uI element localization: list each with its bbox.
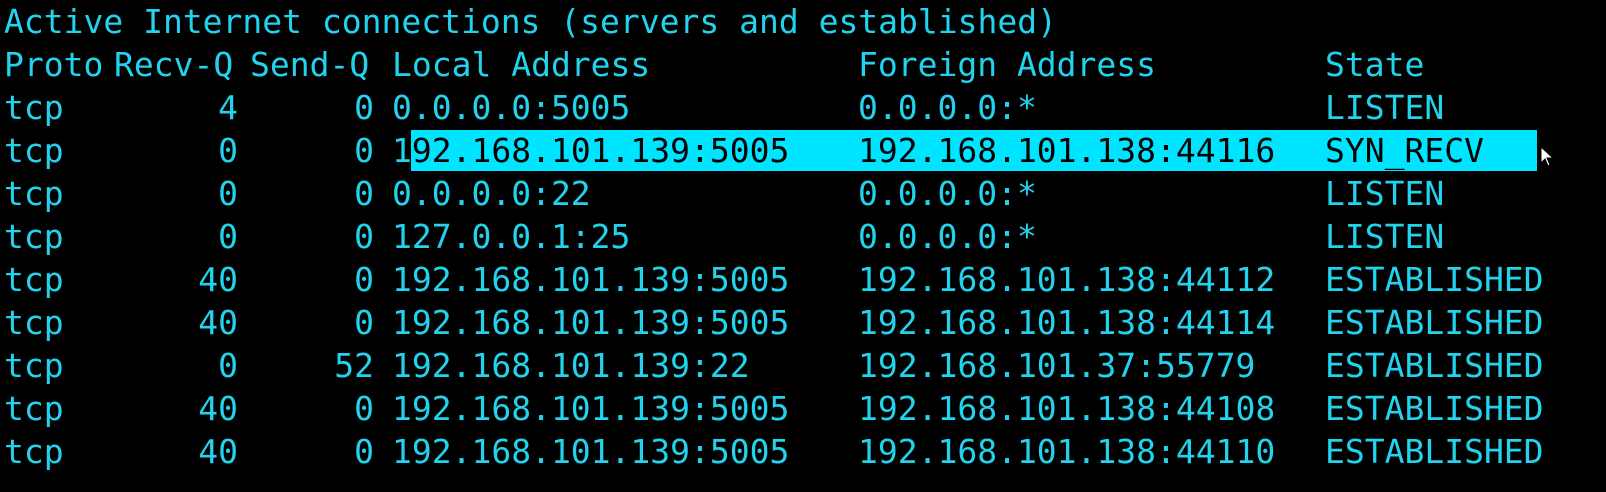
recv-q-cell: 40 xyxy=(198,432,238,471)
table-row[interactable]: tcp 40 0 192.168.101.139:5005 192.168.10… xyxy=(0,301,1606,344)
foreign-address-cell: 192.168.101.138:44112 xyxy=(858,260,1276,299)
recv-q-cell: 0 xyxy=(218,346,238,385)
table-row[interactable]: tcp 40 0 192.168.101.139:5005 192.168.10… xyxy=(0,258,1606,301)
foreign-address-cell: 0.0.0.0:* xyxy=(858,217,1037,256)
proto-cell: tcp xyxy=(4,346,64,385)
send-q-cell: 0 xyxy=(354,303,374,342)
proto-cell: tcp xyxy=(4,131,64,170)
header-local-address: Local Address xyxy=(392,45,651,84)
recv-q-cell: 40 xyxy=(198,260,238,299)
state-cell: LISTEN xyxy=(1325,217,1445,256)
state-cell: LISTEN xyxy=(1325,174,1445,213)
column-header-row: Proto Recv-Q Send-Q Local Address Foreig… xyxy=(0,43,1606,86)
local-address-cell: 192.168.101.139:5005 xyxy=(392,432,790,471)
header-proto: Proto xyxy=(4,45,104,84)
send-q-cell: 0 xyxy=(354,217,374,256)
local-address-cell: 192.168.101.139:22 xyxy=(392,346,750,385)
foreign-address-cell: 192.168.101.138:44116 xyxy=(858,131,1276,170)
local-address-unselected-part: 1 xyxy=(392,131,412,170)
state-cell: ESTABLISHED xyxy=(1325,432,1544,471)
state-cell: ESTABLISHED xyxy=(1325,260,1544,299)
local-address-cell: 192.168.101.139:5005 xyxy=(392,389,790,428)
state-cell: ESTABLISHED xyxy=(1325,346,1544,385)
mouse-pointer-icon xyxy=(1540,146,1555,167)
netstat-title-line: Active Internet connections (servers and… xyxy=(0,0,1606,43)
proto-cell: tcp xyxy=(4,432,64,471)
recv-q-cell: 40 xyxy=(198,303,238,342)
local-address-cell: 192.168.101.139:5005 xyxy=(392,260,790,299)
table-row[interactable]: tcp 40 0 192.168.101.139:5005 192.168.10… xyxy=(0,430,1606,473)
recv-q-cell: 0 xyxy=(218,217,238,256)
state-cell: ESTABLISHED xyxy=(1325,389,1544,428)
table-row[interactable]: tcp 0 52 192.168.101.139:22 192.168.101.… xyxy=(0,344,1606,387)
local-address-cell: 0.0.0.0:5005 xyxy=(392,88,631,127)
table-row[interactable]: tcp 40 0 192.168.101.139:5005 192.168.10… xyxy=(0,387,1606,430)
foreign-address-cell: 0.0.0.0:* xyxy=(858,88,1037,127)
send-q-cell: 0 xyxy=(354,260,374,299)
proto-cell: tcp xyxy=(4,217,64,256)
send-q-cell: 0 xyxy=(354,131,374,170)
foreign-address-cell: 192.168.101.138:44114 xyxy=(858,303,1276,342)
recv-q-cell: 40 xyxy=(198,389,238,428)
foreign-address-cell: 192.168.101.138:44110 xyxy=(858,432,1276,471)
header-state: State xyxy=(1325,45,1425,84)
send-q-cell: 0 xyxy=(354,389,374,428)
table-row[interactable]: tcp 0 0 0.0.0.0:22 0.0.0.0:* LISTEN xyxy=(0,172,1606,215)
foreign-address-cell: 0.0.0.0:* xyxy=(858,174,1037,213)
local-address-cell: 192.168.101.139:5005 xyxy=(392,303,790,342)
recv-q-cell: 4 xyxy=(218,88,238,127)
local-address-cell: 192.168.101.139:5005 xyxy=(392,129,852,172)
proto-cell: tcp xyxy=(4,389,64,428)
send-q-cell: 0 xyxy=(354,88,374,127)
recv-q-cell: 0 xyxy=(218,174,238,213)
terminal-window[interactable]: Active Internet connections (servers and… xyxy=(0,0,1606,492)
proto-cell: tcp xyxy=(4,260,64,299)
local-address-cell: 127.0.0.1:25 xyxy=(392,217,631,256)
proto-cell: tcp xyxy=(4,88,64,127)
send-q-cell: 0 xyxy=(354,432,374,471)
state-cell: LISTEN xyxy=(1325,88,1445,127)
recv-q-cell: 0 xyxy=(218,131,238,170)
state-cell: ESTABLISHED xyxy=(1325,303,1544,342)
proto-cell: tcp xyxy=(4,303,64,342)
send-q-cell: 52 xyxy=(334,346,374,385)
header-recv-q: Recv-Q xyxy=(114,45,234,84)
local-address-cell: 0.0.0.0:22 xyxy=(392,174,591,213)
foreign-address-cell: 192.168.101.37:55779 xyxy=(858,346,1256,385)
table-row[interactable]: tcp 0 0 127.0.0.1:25 0.0.0.0:* LISTEN xyxy=(0,215,1606,258)
table-row[interactable]: tcp 4 0 0.0.0.0:5005 0.0.0.0:* LISTEN xyxy=(0,86,1606,129)
header-foreign-address: Foreign Address xyxy=(858,45,1157,84)
netstat-title: Active Internet connections (servers and… xyxy=(4,2,1057,41)
foreign-address-cell: 192.168.101.138:44108 xyxy=(858,389,1276,428)
table-row-selected[interactable]: tcp 0 0 192.168.101.139:5005 192.168.101… xyxy=(0,129,1606,172)
local-address-selected-part: 92.168.101.139:5005 xyxy=(411,131,790,170)
send-q-cell: 0 xyxy=(354,174,374,213)
proto-cell: tcp xyxy=(4,174,64,213)
header-send-q: Send-Q xyxy=(250,45,370,84)
